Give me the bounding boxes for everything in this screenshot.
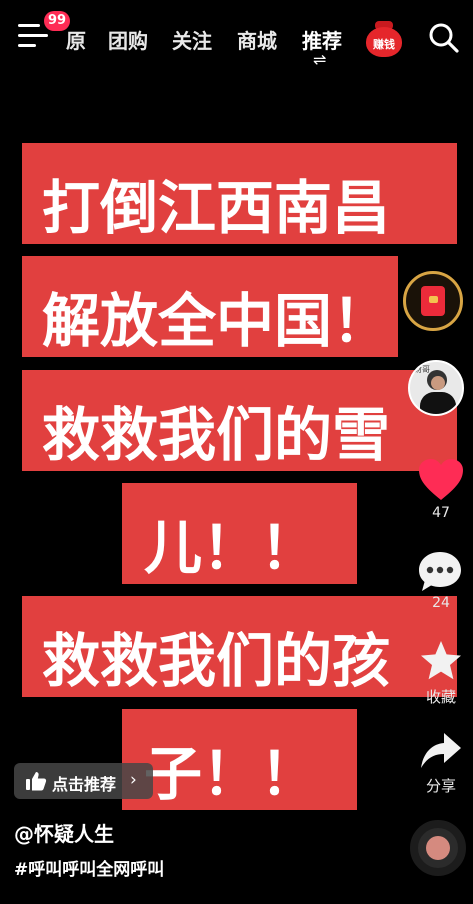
caption-line-6: 子！！ [122, 709, 357, 810]
share-arrow-icon[interactable] [419, 731, 463, 771]
menu-icon[interactable] [18, 24, 48, 50]
caption-line-2: 解放全中国！ [22, 256, 398, 357]
caption-line-1: 打倒江西南昌 [22, 143, 457, 244]
avatar-tag: 财哥 [414, 365, 430, 374]
tab-group-buy[interactable]: 团购 [108, 25, 148, 54]
earn-label: 赚钱 [373, 38, 395, 51]
recommend-label: 点击推荐 [52, 775, 117, 794]
comment-count: 24 [432, 595, 450, 611]
tab-mall[interactable]: 商城 [237, 25, 277, 54]
red-packet-button[interactable] [403, 271, 463, 331]
tab-original[interactable]: 原 [66, 25, 86, 54]
author-avatar[interactable]: 财哥 [408, 360, 464, 416]
tab-following[interactable]: 关注 [172, 25, 212, 54]
earn-money-button[interactable]: 赚钱 [364, 21, 404, 57]
hashtag-link[interactable]: #呼叫呼叫全网呼叫 [14, 855, 164, 880]
caption-line-5: 救救我们的孩 [22, 596, 457, 697]
caption-line-4: 儿！！ [122, 483, 357, 584]
switch-arrows-icon[interactable]: ⇌ [313, 50, 326, 69]
thumbs-up-icon [25, 771, 47, 791]
favorite-star-icon[interactable] [419, 639, 463, 683]
recommend-button[interactable]: 点击推荐 › [14, 763, 153, 799]
comment-icon[interactable] [417, 550, 463, 594]
like-icon[interactable] [418, 458, 464, 502]
share-label: 分享 [425, 777, 456, 795]
search-icon[interactable] [428, 22, 460, 54]
top-nav-bar: 99 原 团购 关注 商城 推荐 ⇌ 赚钱 [0, 0, 473, 75]
caption-line-3: 救救我们的雪 [22, 370, 457, 471]
music-disc-icon[interactable] [410, 820, 466, 876]
chevron-right-icon: › [130, 770, 137, 790]
like-count: 47 [432, 505, 450, 521]
favorite-label: 收藏 [425, 688, 456, 706]
author-name[interactable]: @怀疑人生 [14, 818, 114, 847]
